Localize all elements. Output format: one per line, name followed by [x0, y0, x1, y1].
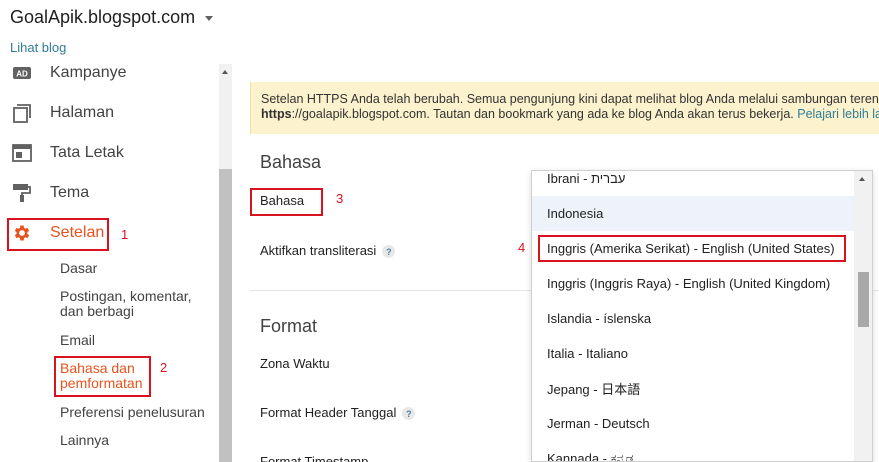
field-date-header: Format Header Tanggal? [260, 405, 416, 421]
scroll-up-arrow-icon[interactable] [222, 70, 228, 74]
notice-line2-text: ://goalapik.blogspot.com. Tautan dan boo… [291, 107, 794, 121]
sidebar-item-label: Halaman [50, 104, 115, 121]
language-option[interactable]: Italia - Italiano [532, 336, 854, 371]
annotation-box-3 [250, 188, 323, 216]
field-label-timezone: Zona Waktu [260, 356, 330, 371]
sidebar-item-halaman[interactable]: Halaman [0, 96, 218, 130]
annotation-box-1 [7, 218, 109, 251]
language-option[interactable]: Ibrani - עברית [532, 171, 854, 196]
sidebar-scrollbar[interactable] [219, 64, 232, 462]
sidebar-subitem-postingan[interactable]: Postingan, komentar, dan berbagi [60, 289, 210, 319]
sidebar-item-kampanye[interactable]: AD Kampanye [0, 62, 218, 90]
notice-line1: Setelan HTTPS Anda telah berubah. Semua … [261, 92, 879, 106]
dropdown-scrollbar[interactable] [854, 171, 872, 461]
layout-icon [12, 144, 32, 162]
scrollbar-thumb[interactable] [219, 169, 232, 462]
language-option[interactable]: Indonesia [532, 196, 854, 231]
language-option[interactable]: Kannada - ಕನ್ನಡ [532, 441, 854, 462]
section-title-language: Bahasa [260, 152, 322, 172]
pages-icon [13, 104, 31, 123]
annotation-number-1: 1 [121, 227, 129, 242]
notice-line2: https://goalapik.blogspot.com. Tautan da… [261, 107, 879, 122]
sidebar-subitem-dasar[interactable]: Dasar [60, 261, 97, 276]
annotation-box-2 [54, 356, 151, 397]
language-option[interactable]: Inggris (Inggris Raya) - English (United… [532, 266, 854, 301]
annotation-number-2: 2 [160, 360, 168, 375]
annotation-box-4 [538, 235, 846, 262]
blog-title: GoalApik.blogspot.com [10, 7, 196, 27]
notice-https-bold: https [261, 107, 292, 121]
ad-icon: AD [13, 67, 31, 79]
sidebar-item-label: Tata Letak [50, 144, 124, 161]
sidebar-subitem-lainnya[interactable]: Lainnya [60, 433, 109, 448]
annotation-number-4: 4 [518, 240, 526, 255]
field-transliteration: Aktifkan transliterasi? [260, 243, 396, 259]
sidebar-subitem-email[interactable]: Email [60, 333, 95, 348]
language-dropdown-list[interactable]: Ibrani - עברית Indonesia Inggris (Amerik… [531, 170, 873, 462]
field-label-timestamp: Format Timestamp [260, 454, 369, 462]
sidebar: AD Kampanye Halaman Tata Letak Tema Sete… [0, 62, 218, 462]
sidebar-item-label: Kampanye [50, 64, 127, 81]
sidebar-item-tema[interactable]: Tema [0, 176, 218, 210]
help-icon[interactable]: ? [402, 407, 416, 421]
language-option[interactable]: Jepang - 日本語 [532, 371, 854, 406]
annotation-number-3: 3 [336, 191, 344, 206]
blog-selector[interactable]: GoalApik.blogspot.com [10, 7, 214, 28]
sidebar-subitem-preferensi[interactable]: Preferensi penelusuran [60, 405, 205, 420]
scrollbar-thumb[interactable] [858, 272, 869, 327]
chevron-down-icon [205, 16, 214, 21]
learn-more-link[interactable]: Pelajari lebih lanjut [797, 107, 879, 121]
theme-roller-icon [13, 184, 31, 202]
help-icon[interactable]: ? [382, 245, 396, 259]
language-option[interactable]: Jerman - Deutsch [532, 406, 854, 441]
field-label-transliteration: Aktifkan transliterasi [260, 243, 377, 258]
view-blog-link[interactable]: Lihat blog [10, 40, 66, 55]
sidebar-item-tata-letak[interactable]: Tata Letak [0, 136, 218, 170]
https-notice: Setelan HTTPS Anda telah berubah. Semua … [250, 82, 879, 134]
scroll-up-arrow-icon[interactable] [859, 177, 865, 181]
field-label-date-header: Format Header Tanggal [260, 405, 397, 420]
section-title-format: Format [260, 316, 318, 336]
svg-text:AD: AD [16, 70, 28, 79]
sidebar-item-label: Tema [50, 184, 90, 201]
language-option[interactable]: Islandia - íslenska [532, 301, 854, 336]
